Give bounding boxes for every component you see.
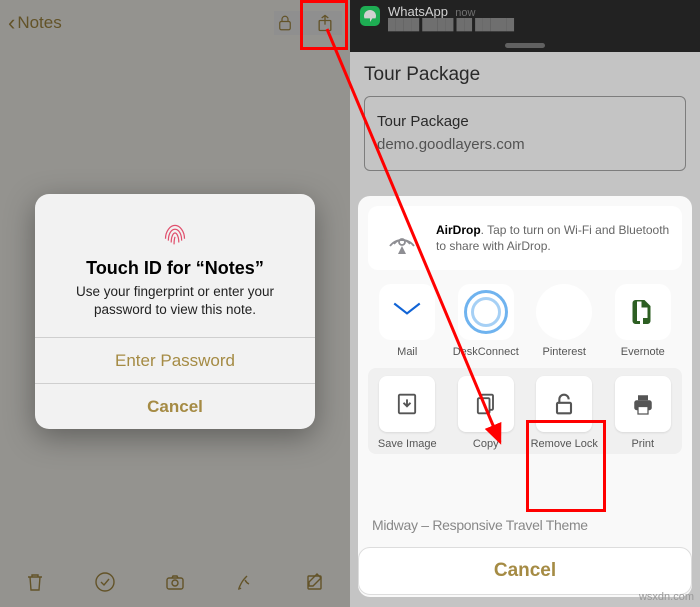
action-label: Copy <box>451 438 521 450</box>
left-phone: ‹ Notes <box>0 0 350 607</box>
touch-id-alert: Touch ID for “Notes” Use your fingerprin… <box>35 194 315 429</box>
alert-cancel-button[interactable]: Cancel <box>35 383 315 429</box>
airdrop-row[interactable]: AirDrop. Tap to turn on Wi-Fi and Blueto… <box>368 206 682 270</box>
action-print[interactable]: Print <box>608 376 678 450</box>
share-apps-row: Mail DeskConnect P Pinterest Evernote <box>368 284 682 358</box>
share-deskconnect[interactable]: DeskConnect <box>451 284 521 358</box>
peek-text: Midway – Responsive Travel Theme <box>372 517 678 533</box>
enter-password-button[interactable]: Enter Password <box>35 337 315 383</box>
alert-message: Use your fingerprint or enter your passw… <box>53 283 297 319</box>
action-save-image[interactable]: Save Image <box>372 376 442 450</box>
app-label: Mail <box>372 346 442 358</box>
share-sheet: AirDrop. Tap to turn on Wi-Fi and Blueto… <box>358 196 692 597</box>
alert-title: Touch ID for “Notes” <box>53 258 297 279</box>
watermark: wsxdn.com <box>639 591 694 603</box>
remove-lock-highlight-box <box>526 420 606 512</box>
airdrop-text: AirDrop. Tap to turn on Wi-Fi and Blueto… <box>436 222 670 254</box>
app-label: Evernote <box>608 346 678 358</box>
right-phone: WhatsApp now ████ ████ ██ █████ Tour Pac… <box>350 0 700 607</box>
app-label: DeskConnect <box>451 346 521 358</box>
share-pinterest[interactable]: P Pinterest <box>529 284 599 358</box>
action-label: Save Image <box>372 438 442 450</box>
app-label: Pinterest <box>529 346 599 358</box>
fingerprint-icon <box>156 214 194 252</box>
share-mail[interactable]: Mail <box>372 284 442 358</box>
airdrop-icon <box>380 216 424 260</box>
share-evernote[interactable]: Evernote <box>608 284 678 358</box>
share-actions-row: Save Image Copy Remove Lock Print <box>368 368 682 454</box>
action-label: Print <box>608 438 678 450</box>
action-copy[interactable]: Copy <box>451 376 521 450</box>
share-highlight-box <box>300 0 348 50</box>
share-cancel-button[interactable]: Cancel <box>358 547 692 595</box>
